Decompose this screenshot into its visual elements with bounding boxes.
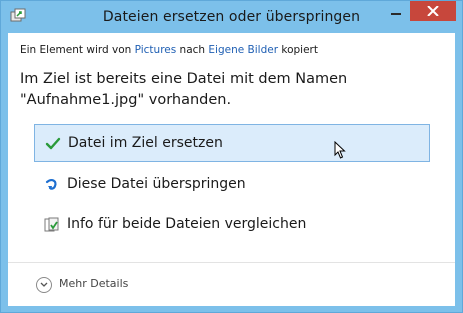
footer: Mehr Details: [8, 262, 455, 306]
minimize-button[interactable]: [383, 1, 409, 21]
replace-option[interactable]: Datei im Ziel ersetzen: [34, 124, 430, 162]
conflict-message: Im Ziel ist bereits eine Datei mit dem N…: [20, 69, 440, 111]
skip-arrow-icon: [44, 177, 60, 193]
title-bar[interactable]: Dateien ersetzen oder überspringen: [1, 1, 462, 33]
more-details-button[interactable]: Mehr Details: [59, 277, 128, 290]
destination-folder-link[interactable]: Eigene Bilder: [208, 44, 278, 56]
dialog-window: Dateien ersetzen oder überspringen Ein E…: [0, 0, 463, 313]
info-middle: nach: [176, 44, 209, 56]
dialog-content: Ein Element wird von Pictures nach Eigen…: [8, 33, 455, 306]
info-suffix: kopiert: [278, 44, 318, 56]
compare-files-icon: [44, 217, 60, 233]
replace-option-label: Datei im Ziel ersetzen: [68, 135, 223, 151]
close-icon: [427, 6, 439, 16]
source-folder-link[interactable]: Pictures: [135, 44, 177, 56]
minimize-icon: [391, 13, 401, 15]
copy-info-line: Ein Element wird von Pictures nach Eigen…: [20, 44, 318, 56]
skip-option[interactable]: Diese Datei überspringen: [34, 166, 430, 204]
chevron-down-icon[interactable]: [36, 277, 52, 293]
close-button[interactable]: [410, 1, 456, 21]
checkmark-icon: [45, 136, 61, 152]
mouse-pointer-icon: [334, 140, 346, 163]
message-line-1: Im Ziel ist bereits eine Datei mit dem N…: [20, 71, 348, 87]
message-line-2: "Aufnahme1.jpg" vorhanden.: [20, 92, 232, 108]
compare-option-label: Info für beide Dateien vergleichen: [67, 216, 307, 232]
info-prefix: Ein Element wird von: [20, 44, 135, 56]
skip-option-label: Diese Datei überspringen: [67, 176, 246, 192]
compare-option[interactable]: Info für beide Dateien vergleichen: [34, 206, 430, 244]
